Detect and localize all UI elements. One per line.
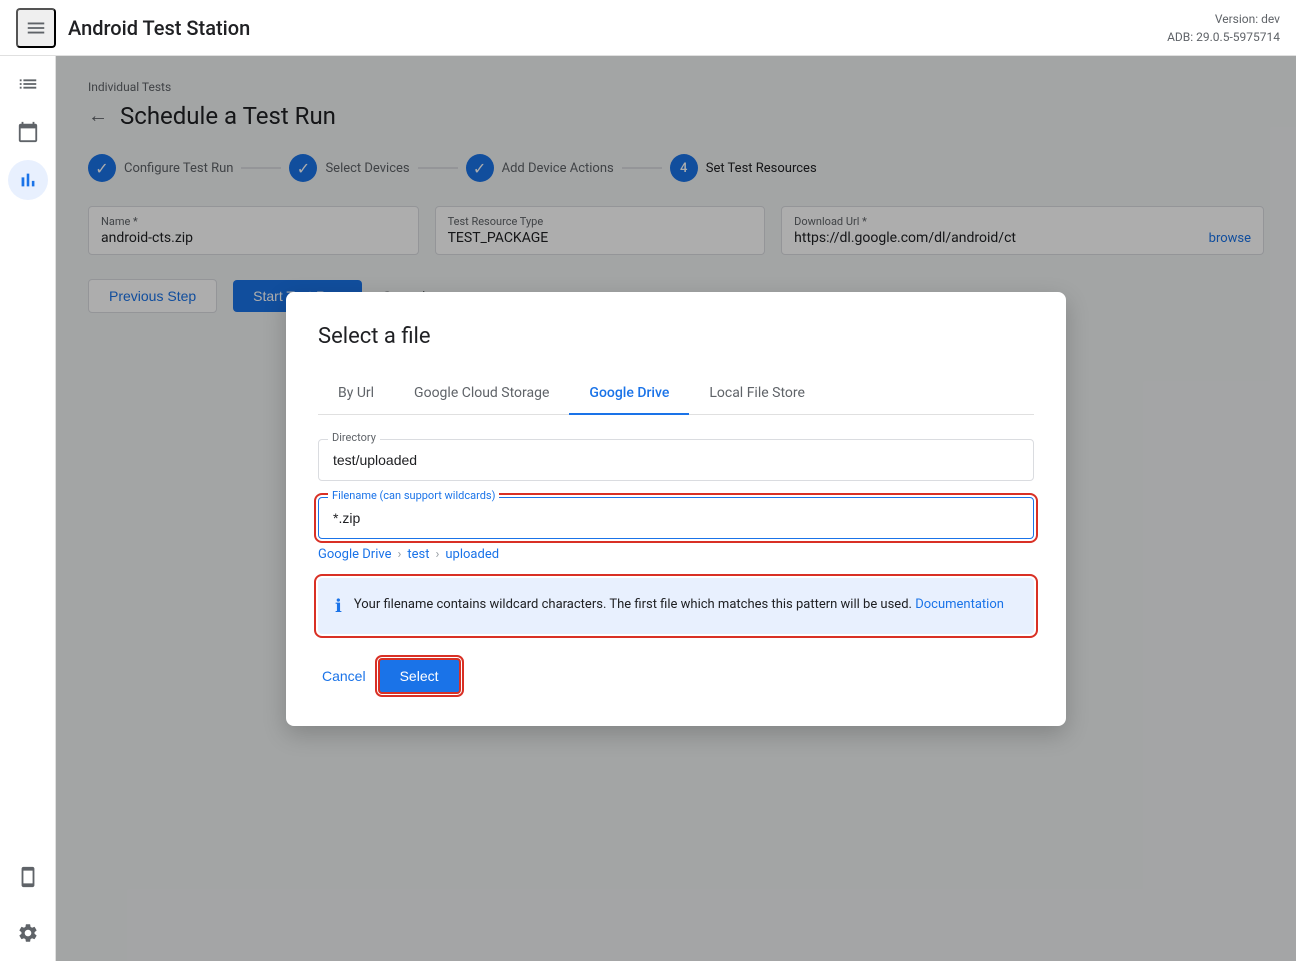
tab-local-file-store[interactable]: Local File Store bbox=[689, 373, 825, 415]
sidebar-item-devices[interactable] bbox=[8, 857, 48, 897]
sidebar bbox=[0, 56, 56, 961]
tab-by-url[interactable]: By Url bbox=[318, 373, 394, 415]
tab-google-cloud-storage[interactable]: Google Cloud Storage bbox=[394, 373, 569, 415]
sidebar-item-calendar[interactable] bbox=[8, 112, 48, 152]
menu-button[interactable] bbox=[16, 8, 56, 48]
filename-field: Filename (can support wildcards) bbox=[318, 497, 1034, 539]
info-icon: ℹ bbox=[335, 596, 342, 617]
path-segment-1[interactable]: test bbox=[407, 547, 429, 562]
tab-google-drive[interactable]: Google Drive bbox=[569, 373, 689, 415]
filename-label: Filename (can support wildcards) bbox=[328, 489, 499, 502]
dialog-overlay: Select a file By Url Google Cloud Storag… bbox=[56, 56, 1296, 961]
app-title: Android Test Station bbox=[68, 16, 250, 40]
path-root[interactable]: Google Drive bbox=[318, 547, 391, 562]
dialog-title: Select a file bbox=[318, 324, 1034, 349]
topbar-left: Android Test Station bbox=[16, 8, 250, 48]
filename-input[interactable] bbox=[318, 497, 1034, 539]
directory-input[interactable] bbox=[318, 439, 1034, 481]
documentation-link[interactable]: Documentation bbox=[915, 597, 1004, 612]
dialog: Select a file By Url Google Cloud Storag… bbox=[286, 292, 1066, 726]
path-breadcrumb: Google Drive › test › uploaded bbox=[318, 547, 1034, 562]
dialog-actions: Cancel Select bbox=[318, 658, 1034, 694]
version-info: Version: dev ADB: 29.0.5-5975714 bbox=[1167, 10, 1280, 46]
dialog-cancel-button[interactable]: Cancel bbox=[318, 660, 370, 692]
dialog-select-button[interactable]: Select bbox=[378, 658, 461, 694]
info-text: Your filename contains wildcard characte… bbox=[354, 595, 1004, 615]
sidebar-item-settings[interactable] bbox=[8, 913, 48, 953]
main-content: Individual Tests ← Schedule a Test Run ✓… bbox=[56, 56, 1296, 961]
sidebar-item-analytics[interactable] bbox=[8, 160, 48, 200]
info-box: ℹ Your filename contains wildcard charac… bbox=[318, 578, 1034, 634]
path-segment-2[interactable]: uploaded bbox=[445, 547, 499, 562]
sidebar-item-list[interactable] bbox=[8, 64, 48, 104]
dialog-tabs: By Url Google Cloud Storage Google Drive… bbox=[318, 373, 1034, 415]
directory-field: Directory bbox=[318, 439, 1034, 481]
path-chevron-2: › bbox=[435, 547, 439, 562]
directory-label: Directory bbox=[328, 431, 380, 444]
layout: Individual Tests ← Schedule a Test Run ✓… bbox=[0, 56, 1296, 961]
path-chevron-1: › bbox=[397, 547, 401, 562]
topbar: Android Test Station Version: dev ADB: 2… bbox=[0, 0, 1296, 56]
